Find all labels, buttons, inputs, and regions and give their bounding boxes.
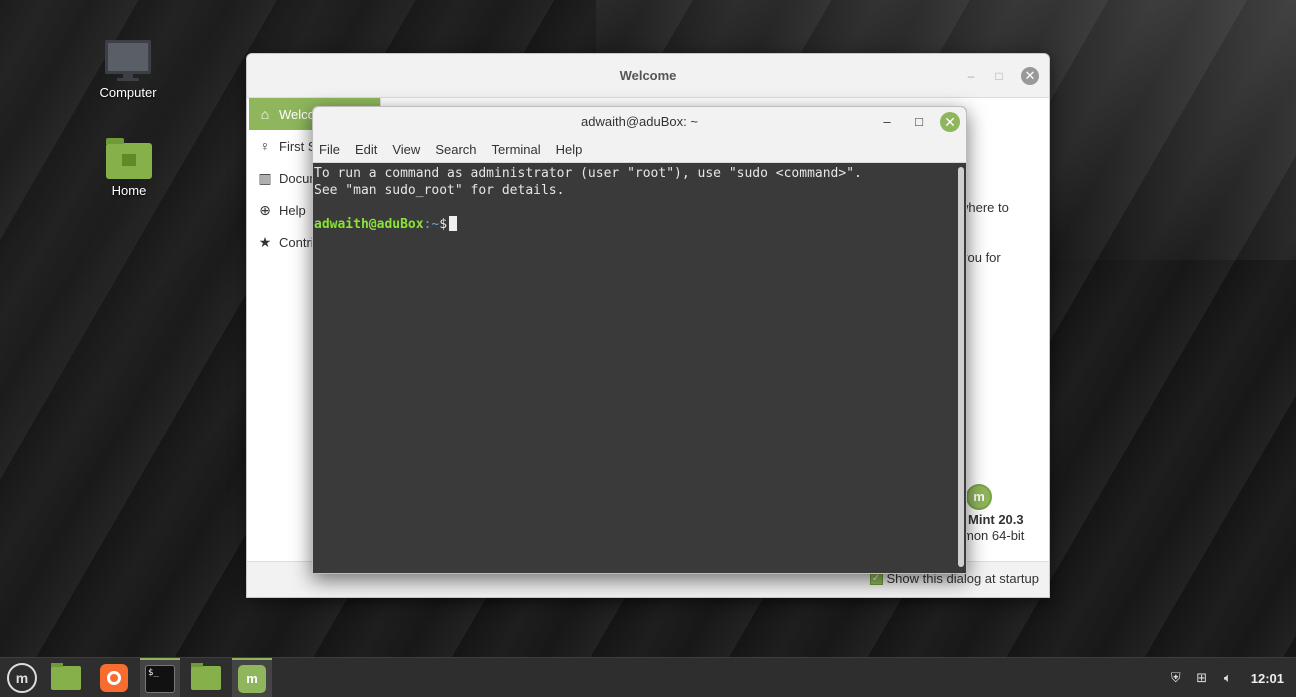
version-label: Mint 20.3 <box>968 512 1024 527</box>
desktop-icon-home[interactable]: Home <box>84 138 174 198</box>
star-icon: ★ <box>258 233 272 250</box>
taskbar: m $_ m ⛨ ⊞ 🔈︎ 12:01 <box>0 657 1296 697</box>
terminal-prompt: adwaith@aduBox:~$ <box>314 216 956 233</box>
menu-terminal[interactable]: Terminal <box>492 142 541 157</box>
home-folder-icon <box>106 138 152 179</box>
prompt-symbol: $ <box>439 217 448 232</box>
menu-file[interactable]: File <box>319 142 340 157</box>
mint-menu-icon: m <box>7 663 37 693</box>
desktop-icon-computer[interactable]: Computer <box>83 40 173 100</box>
terminal-task-button[interactable]: $_ <box>140 658 180 697</box>
terminal-line: To run a command as administrator (user … <box>314 166 862 181</box>
files-launcher[interactable] <box>46 658 86 697</box>
system-tray: ⛨ ⊞ 🔈︎ 12:01 <box>1167 658 1296 697</box>
desktop-icon-label: Home <box>111 183 147 198</box>
book-icon: ▥ <box>258 169 272 186</box>
prompt-user: adwaith@aduBox <box>314 217 424 232</box>
files-task-button[interactable] <box>186 658 226 697</box>
sidebar-item-label: Help <box>279 202 306 218</box>
close-button[interactable]: ✕ <box>940 112 960 132</box>
maximize-button[interactable]: □ <box>910 113 928 131</box>
folder-icon <box>191 663 221 690</box>
lightbulb-icon: ♀ <box>259 138 271 154</box>
folder-icon <box>51 663 81 690</box>
main-menu-button[interactable]: m <box>2 658 42 697</box>
terminal-icon: $_ <box>145 665 175 693</box>
terminal-title: adwaith@aduBox: ~ <box>581 114 698 129</box>
shield-icon[interactable]: ⛨ <box>1167 669 1185 687</box>
terminal-output[interactable]: To run a command as administrator (user … <box>313 163 956 573</box>
edition-label: mon 64-bit <box>963 528 1025 543</box>
minimize-button[interactable]: – <box>878 113 896 131</box>
text-cursor <box>449 216 458 231</box>
terminal-line: See "man sudo_root" for details. <box>314 183 565 198</box>
desktop-icon-label: Computer <box>99 85 157 100</box>
welcome-task-button[interactable]: m <box>232 658 272 697</box>
welcome-titlebar[interactable]: Welcome – □ ✕ <box>247 54 1049 98</box>
close-button[interactable]: ✕ <box>1021 67 1039 85</box>
clock[interactable]: 12:01 <box>1251 671 1284 686</box>
volume-icon[interactable]: 🔈︎ <box>1219 669 1237 687</box>
menu-edit[interactable]: Edit <box>355 142 377 157</box>
terminal-window: adwaith@aduBox: ~ – □ ✕ File Edit View S… <box>312 106 967 574</box>
mint-welcome-icon: m <box>238 665 266 693</box>
network-icon[interactable]: ⊞ <box>1193 669 1211 687</box>
minimize-button[interactable]: – <box>963 68 979 84</box>
menu-view[interactable]: View <box>392 142 420 157</box>
terminal-titlebar[interactable]: adwaith@aduBox: ~ – □ ✕ <box>313 107 966 137</box>
home-icon: ⌂ <box>260 106 270 122</box>
terminal-scrollbar[interactable] <box>958 167 964 567</box>
menu-help[interactable]: Help <box>556 142 583 157</box>
firefox-icon <box>100 664 128 692</box>
maximize-button[interactable]: □ <box>991 68 1007 84</box>
linux-mint-logo-icon: m <box>966 484 992 510</box>
computer-icon <box>105 40 151 80</box>
terminal-menubar: File Edit View Search Terminal Help <box>313 137 966 163</box>
prompt-path: :~ <box>423 217 440 232</box>
window-title: Welcome <box>619 68 677 83</box>
lifebuoy-icon: ⊕ <box>259 201 271 218</box>
firefox-launcher[interactable] <box>94 658 134 697</box>
menu-search[interactable]: Search <box>435 142 476 157</box>
